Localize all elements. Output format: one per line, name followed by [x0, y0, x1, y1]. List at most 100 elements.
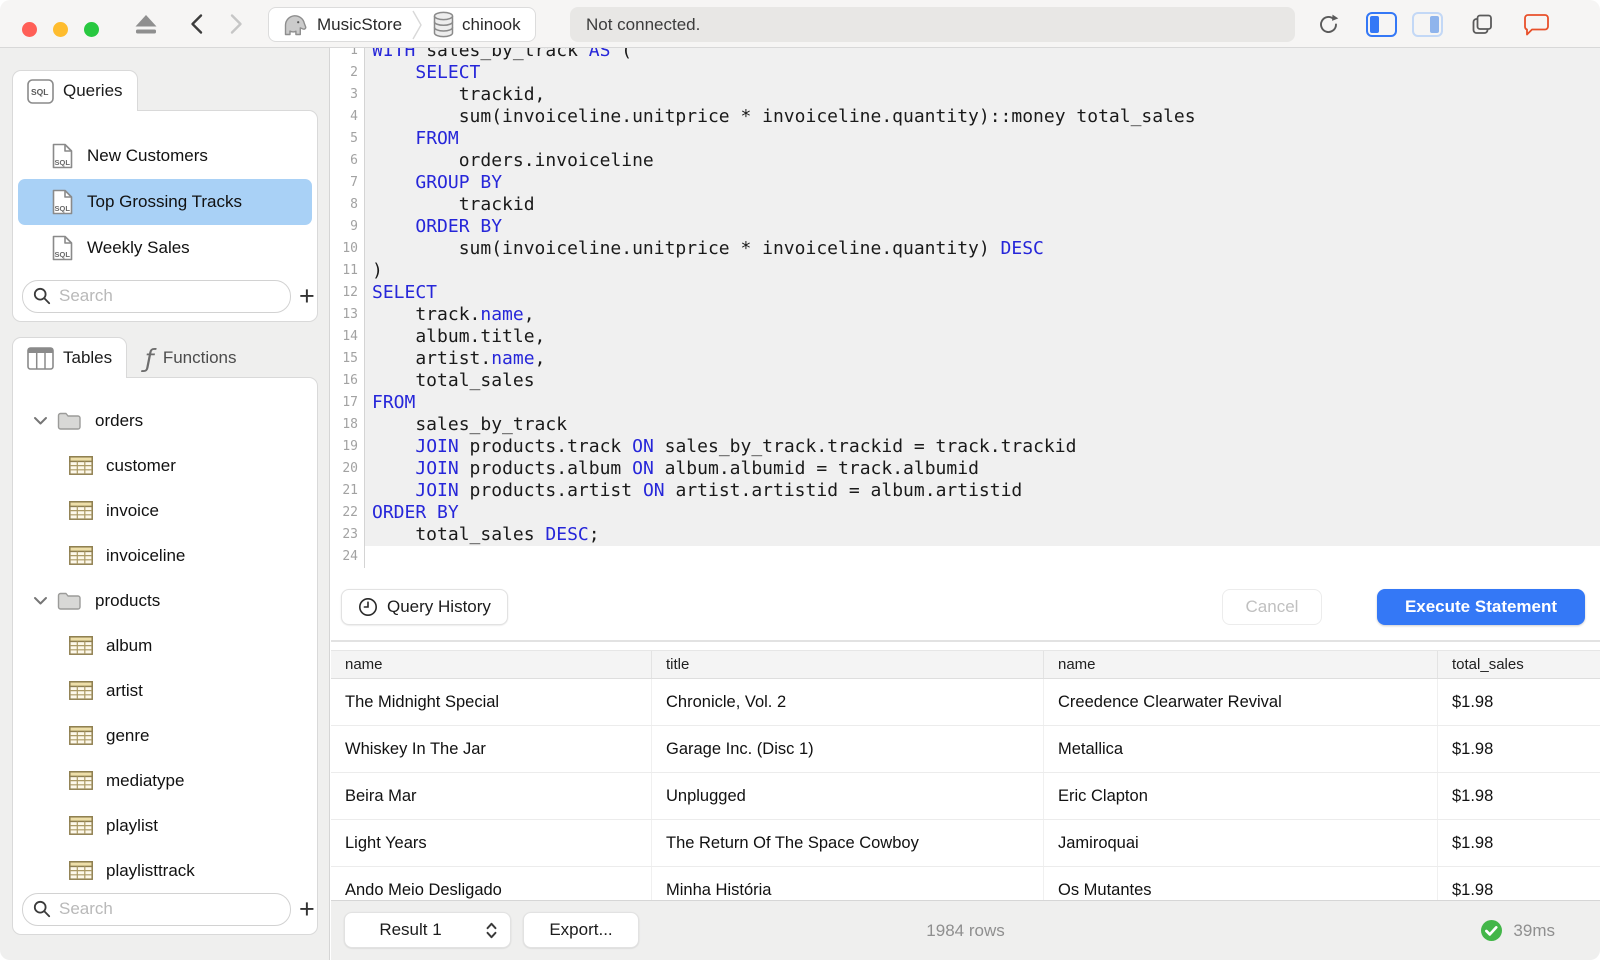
- tree-table[interactable]: album: [13, 623, 317, 668]
- tree-table-label: invoice: [106, 500, 159, 520]
- main-area: 1 WITH sales_by_track AS (2 SELECT 3 track…: [331, 48, 1600, 960]
- tree-table-label: customer: [106, 455, 176, 475]
- tree-folder[interactable]: orders: [13, 398, 317, 443]
- table-cell: The Midnight Special: [331, 679, 652, 725]
- column-header[interactable]: name: [1044, 651, 1438, 678]
- svg-text:SQL: SQL: [55, 204, 71, 213]
- code-text: JOIN products.artist ON artist.artistid …: [365, 480, 1600, 502]
- code-text: GROUP BY: [365, 172, 1600, 194]
- table-cell: Beira Mar: [331, 773, 652, 819]
- tree-table-label: invoiceline: [106, 545, 186, 565]
- line-number: 6: [331, 150, 365, 172]
- table-row[interactable]: Ando Meio Desligado Minha História Os Muta…: [331, 867, 1600, 900]
- queries-search-input[interactable]: [59, 286, 280, 306]
- table-icon: [69, 816, 93, 835]
- navigate-forward-button[interactable]: [226, 0, 246, 48]
- editor-line: 15 artist.name,: [331, 348, 1600, 370]
- editor-line: 22 ORDER BY: [331, 502, 1600, 524]
- code-text: sum(invoiceline.unitprice * invoiceline.…: [365, 238, 1600, 260]
- table-row[interactable]: Beira Mar Unplugged Eric Clapton $1.98: [331, 773, 1600, 820]
- row-count: 1984 rows: [926, 921, 1005, 940]
- table-icon-wrap: [69, 861, 93, 880]
- execute-statement-button[interactable]: Execute Statement: [1377, 589, 1585, 625]
- code-text: WITH sales_by_track AS (: [365, 48, 1600, 62]
- column-header[interactable]: title: [652, 651, 1044, 678]
- chevron-down-icon[interactable]: [33, 416, 48, 426]
- add-query-button[interactable]: +: [299, 283, 315, 310]
- zoom-window-button[interactable]: [84, 22, 99, 37]
- line-number: 21: [331, 480, 365, 502]
- reload-icon: [1319, 14, 1338, 33]
- sql-editor[interactable]: 1 WITH sales_by_track AS (2 SELECT 3 track…: [331, 48, 1600, 587]
- tables-search-box[interactable]: [22, 892, 291, 926]
- minimize-window-button[interactable]: [53, 22, 68, 37]
- line-number: 18: [331, 414, 365, 436]
- code-text: JOIN products.track ON sales_by_track.tr…: [365, 436, 1600, 458]
- tree-table[interactable]: playlisttrack: [13, 848, 317, 893]
- toggle-right-sidebar-button[interactable]: [1411, 0, 1443, 48]
- table-row[interactable]: The Midnight Special Chronicle, Vol. 2 Cre…: [331, 679, 1600, 726]
- code-text: SELECT: [365, 282, 1600, 304]
- windows-button[interactable]: [1468, 0, 1496, 48]
- tree-table[interactable]: artist: [13, 668, 317, 713]
- code-text: ): [365, 260, 1600, 282]
- column-header[interactable]: name: [331, 651, 652, 678]
- table-cell: Ando Meio Desligado: [331, 867, 652, 900]
- breadcrumb-database[interactable]: chinook: [432, 11, 521, 38]
- query-item[interactable]: SQL New Customers: [18, 133, 312, 179]
- svg-text:SQL: SQL: [31, 87, 48, 97]
- table-cell: Whiskey In The Jar: [331, 726, 652, 772]
- code-text: album.title,: [365, 326, 1600, 348]
- close-window-button[interactable]: [22, 22, 37, 37]
- query-item[interactable]: SQL Weekly Sales: [18, 225, 312, 271]
- sql-badge-icon: SQL: [27, 78, 54, 104]
- tree-table[interactable]: invoiceline: [13, 533, 317, 578]
- tab-tables[interactable]: Tables: [12, 337, 128, 378]
- tree-chevron[interactable]: [33, 416, 49, 426]
- chevron-left-icon: [190, 14, 202, 34]
- table-icon: [69, 861, 93, 880]
- tree-table[interactable]: playlist: [13, 803, 317, 848]
- sql-file-icon: SQL: [52, 143, 73, 169]
- feedback-button[interactable]: [1521, 0, 1551, 48]
- tree-table[interactable]: mediatype: [13, 758, 317, 803]
- table-icon: [69, 771, 93, 790]
- table-row[interactable]: Whiskey In The Jar Garage Inc. (Disc 1) Me…: [331, 726, 1600, 773]
- editor-lines: 1 WITH sales_by_track AS (2 SELECT 3 track…: [331, 48, 1600, 568]
- toggle-left-sidebar-button[interactable]: [1365, 0, 1397, 48]
- queries-search-box[interactable]: [22, 279, 291, 313]
- table-row[interactable]: Light Years The Return Of The Space Cowbo…: [331, 820, 1600, 867]
- overlapping-windows-icon: [1472, 14, 1492, 34]
- editor-actions-bar: Query History Cancel Execute Statement: [331, 587, 1600, 640]
- navigate-back-button[interactable]: [186, 0, 206, 48]
- table-cell: Jamiroquai: [1044, 820, 1438, 866]
- cancel-button[interactable]: Cancel: [1222, 589, 1322, 625]
- line-number: 14: [331, 326, 365, 348]
- editor-line: 4 sum(invoiceline.unitprice * invoicelin…: [331, 106, 1600, 128]
- eject-disconnect-button[interactable]: [132, 0, 160, 48]
- folder-icon-wrap: [57, 591, 82, 611]
- column-header[interactable]: total_sales: [1438, 651, 1600, 678]
- breadcrumb-server-label: MusicStore: [317, 14, 403, 34]
- tables-search-input[interactable]: [59, 899, 280, 919]
- add-table-button[interactable]: +: [299, 896, 315, 923]
- tab-queries[interactable]: SQL Queries: [12, 70, 138, 111]
- tables-panel: orders customer invoice invoiceline prod…: [12, 377, 318, 935]
- tree-table[interactable]: genre: [13, 713, 317, 758]
- query-item[interactable]: SQL Top Grossing Tracks: [18, 179, 312, 225]
- reload-button[interactable]: [1314, 0, 1342, 48]
- tree-chevron[interactable]: [33, 596, 49, 606]
- editor-line: 10 sum(invoiceline.unitprice * invoiceli…: [331, 238, 1600, 260]
- breadcrumb-server[interactable]: MusicStore: [279, 11, 402, 38]
- tree-table[interactable]: customer: [13, 443, 317, 488]
- query-history-button[interactable]: Query History: [341, 589, 508, 625]
- table-cell: $1.98: [1452, 786, 1494, 805]
- table-cell: $1.98: [1452, 833, 1494, 852]
- tree-table[interactable]: invoice: [13, 488, 317, 533]
- tree-folder[interactable]: products: [13, 578, 317, 623]
- tab-functions[interactable]: ƒ Functions: [130, 337, 252, 378]
- sql-file-icon: SQL: [52, 189, 73, 215]
- chevron-down-icon[interactable]: [33, 596, 48, 606]
- tree-table-label: artist: [106, 680, 143, 700]
- editor-line: 19 JOIN products.track ON sales_by_track…: [331, 436, 1600, 458]
